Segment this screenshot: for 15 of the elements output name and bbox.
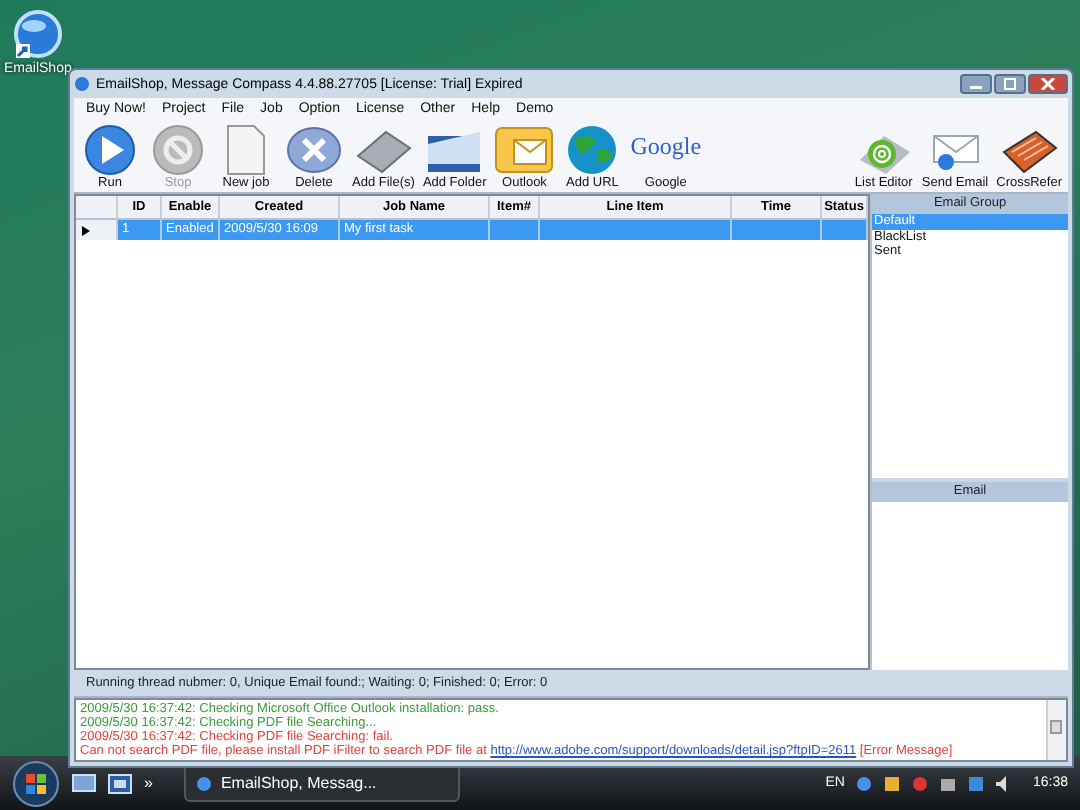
window-switch-icon[interactable] [108, 773, 132, 793]
scrollbar[interactable] [1046, 700, 1066, 760]
current-row-icon [82, 225, 90, 235]
maximize-button[interactable] [994, 74, 1026, 94]
app-icon [74, 76, 90, 92]
close-button[interactable] [1028, 74, 1068, 94]
logo-text: Google [630, 130, 702, 164]
start-button[interactable] [12, 759, 60, 807]
close-icon [1040, 78, 1056, 90]
desktop-icon[interactable] [72, 773, 96, 793]
minimize-button[interactable] [960, 74, 992, 94]
more-button[interactable]: » [144, 774, 153, 792]
globe-icon[interactable] [11, 8, 64, 60]
app-icon [196, 775, 213, 791]
maximize-icon [1002, 78, 1018, 90]
